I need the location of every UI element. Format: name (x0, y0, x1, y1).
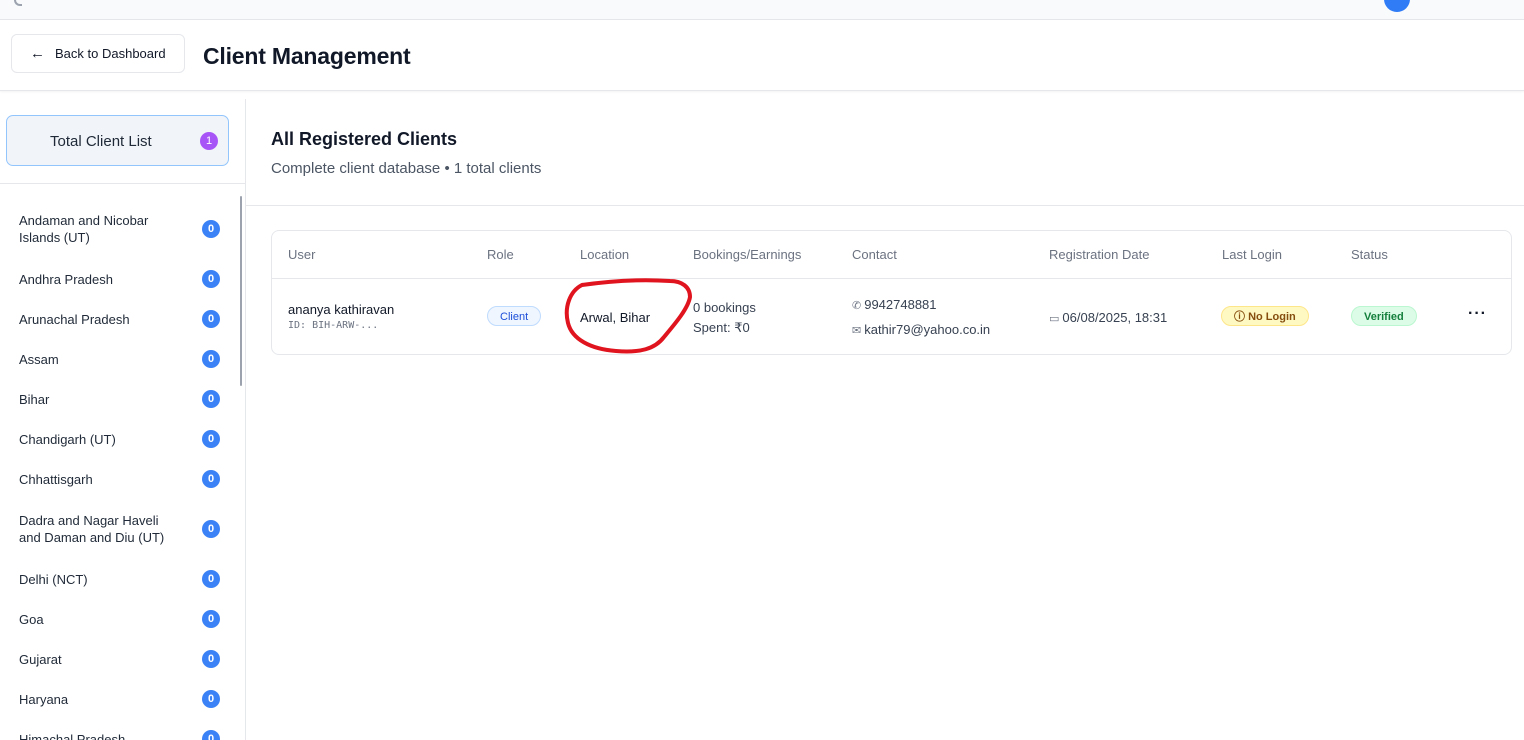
column-header-contact[interactable]: Contact (852, 247, 897, 262)
page-header: ← Back to Dashboard Client Management (0, 20, 1524, 91)
sidebar-item-chhattisgarh[interactable]: Chhattisgarh 0 (0, 459, 240, 499)
sidebar-scrollbar[interactable] (240, 196, 242, 386)
state-name: Himachal Pradesh (19, 731, 126, 740)
total-client-list-label: Total Client List (50, 133, 152, 150)
sidebar-item-himachal-pradesh[interactable]: Himachal Pradesh 0 (0, 719, 240, 740)
registration-date: 06/08/2025, 18:31 (1062, 310, 1168, 325)
back-button-label: Back to Dashboard (55, 46, 166, 61)
state-count-badge: 0 (202, 220, 220, 238)
sidebar-divider (0, 183, 245, 184)
state-count-badge: 0 (202, 430, 220, 448)
browser-top-strip (0, 0, 1524, 20)
phone-icon: ✆ (852, 300, 862, 312)
sidebar-item-andaman-and-nicobar[interactable]: Andaman and Nicobar Islands (UT) 0 (0, 199, 240, 259)
section-title: All Registered Clients (271, 129, 458, 149)
state-name: Bihar (19, 391, 50, 407)
state-count-badge: 0 (202, 570, 220, 588)
contact-email: kathir79@yahoo.co.in (864, 322, 991, 337)
state-list: Andaman and Nicobar Islands (UT) 0 Andhr… (0, 199, 240, 740)
column-header-last-login[interactable]: Last Login (1222, 247, 1282, 262)
back-to-dashboard-button[interactable]: ← Back to Dashboard (11, 34, 185, 73)
state-name: Gujarat (19, 651, 62, 667)
clients-table: User Role Location Bookings/Earnings Con… (271, 230, 1512, 355)
calendar-icon: ▭ (1049, 313, 1060, 325)
state-count-badge: 0 (202, 520, 220, 538)
state-name: Goa (19, 611, 44, 627)
sidebar-item-arunachal-pradesh[interactable]: Arunachal Pradesh 0 (0, 299, 240, 339)
row-actions-more-icon[interactable]: ··· (1468, 305, 1487, 323)
column-header-role[interactable]: Role (487, 247, 514, 262)
column-header-status[interactable]: Status (1351, 247, 1388, 262)
state-name: Assam (19, 351, 59, 367)
column-header-location[interactable]: Location (580, 247, 629, 262)
last-login-label: No Login (1248, 311, 1296, 323)
mail-icon: ✉ (852, 325, 862, 337)
state-count-badge: 0 (202, 650, 220, 668)
page-title: Client Management (203, 43, 411, 69)
user-name: ananya kathiravan (288, 302, 395, 317)
sidebar-item-goa[interactable]: Goa 0 (0, 599, 240, 639)
state-count-badge: 0 (202, 470, 220, 488)
table-header-divider (272, 278, 1511, 279)
column-header-bookings[interactable]: Bookings/Earnings (693, 247, 801, 262)
state-count-badge: 0 (202, 690, 220, 708)
status-badge: Verified (1351, 306, 1417, 326)
contact-phone: 9942748881 (864, 297, 937, 312)
sidebar-item-chandigarh[interactable]: Chandigarh (UT) 0 (0, 419, 240, 459)
spent-amount: Spent: ₹0 (693, 320, 750, 335)
state-sidebar: Total Client List 1 Andaman and Nicobar … (0, 99, 246, 740)
sidebar-item-haryana[interactable]: Haryana 0 (0, 679, 240, 719)
sidebar-item-andhra-pradesh[interactable]: Andhra Pradesh 0 (0, 259, 240, 299)
sidebar-item-delhi[interactable]: Delhi (NCT) 0 (0, 559, 240, 599)
state-count-badge: 0 (202, 610, 220, 628)
sidebar-item-assam[interactable]: Assam 0 (0, 339, 240, 379)
state-name: Chandigarh (UT) (19, 431, 116, 447)
user-id: ID: BIH-ARW-... (288, 320, 379, 331)
avatar[interactable] (1384, 0, 1410, 12)
state-name: Andaman and Nicobar Islands (UT) (19, 213, 149, 245)
sidebar-item-bihar[interactable]: Bihar 0 (0, 379, 240, 419)
main-content: All Registered Clients Complete client d… (246, 99, 1524, 740)
last-login-badge: ⓘ No Login (1221, 306, 1309, 326)
section-divider (246, 205, 1524, 206)
column-header-registration[interactable]: Registration Date (1049, 247, 1149, 262)
state-name: Andhra Pradesh (19, 271, 113, 287)
state-count-badge: 0 (202, 730, 220, 740)
section-subtitle: Complete client database • 1 total clien… (271, 160, 542, 177)
location-text: Arwal, Bihar (580, 310, 651, 325)
column-header-user[interactable]: User (288, 247, 315, 262)
state-name: Dadra and Nagar Haveli and Daman and Diu… (19, 513, 165, 545)
state-count-badge: 0 (202, 310, 220, 328)
info-circle-icon: ⓘ (1234, 311, 1249, 323)
state-count-badge: 0 (202, 350, 220, 368)
state-name: Arunachal Pradesh (19, 311, 130, 327)
role-badge: Client (487, 306, 542, 326)
state-name: Haryana (19, 691, 69, 707)
state-count-badge: 0 (202, 270, 220, 288)
arrow-left-icon: ← (30, 45, 45, 62)
partial-icon (14, 0, 22, 6)
state-name: Chhattisgarh (19, 471, 93, 487)
sidebar-item-dadra-nagar-haveli[interactable]: Dadra and Nagar Haveli and Daman and Diu… (0, 499, 240, 559)
sidebar-item-gujarat[interactable]: Gujarat 0 (0, 639, 240, 679)
state-count-badge: 0 (202, 390, 220, 408)
total-client-list-button[interactable]: Total Client List 1 (6, 115, 229, 166)
total-count-badge: 1 (200, 132, 218, 150)
bookings-count: 0 bookings (693, 300, 756, 315)
state-name: Delhi (NCT) (19, 571, 88, 587)
